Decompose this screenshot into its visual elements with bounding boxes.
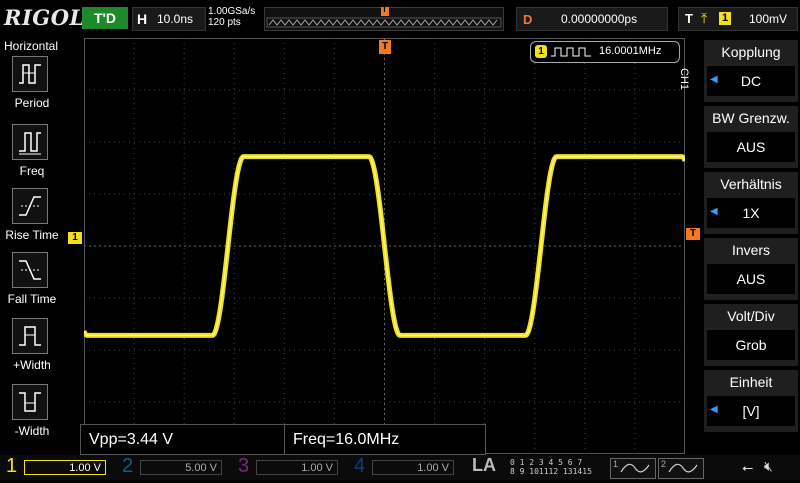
channel-1-status[interactable]: 1 1.00 V — [0, 455, 112, 480]
measure-negative-width-button[interactable]: -Width — [0, 384, 64, 448]
top-status-bar: RIGOL T'D H 10.0ns 1.00GSa/s 120 pts T D… — [0, 0, 800, 36]
volts-per-div-title: Volt/Div — [727, 308, 775, 324]
right-menu-channel-tag: CH1 — [678, 68, 690, 91]
channel-2-scale: 5.00 V — [140, 460, 222, 475]
measure-period-button[interactable]: Period — [0, 56, 64, 120]
unit-menu-item[interactable]: Einheit [V] ◀ — [704, 370, 798, 432]
measure-positive-width-button[interactable]: +Width — [0, 318, 64, 382]
negative-width-icon — [12, 384, 48, 420]
generator-2-number: 2 — [661, 459, 667, 469]
channel-3-scale: 1.00 V — [256, 460, 338, 475]
invert-value: AUS — [707, 264, 795, 294]
measure-fall-time-button[interactable]: Fall Time — [0, 252, 64, 316]
invert-title: Invers — [731, 242, 771, 258]
measure-negative-width-label: -Width — [14, 424, 50, 438]
brand-logo: RIGOL — [4, 5, 85, 30]
digital-bits-low: 0 1 2 3 4 5 6 7 — [510, 458, 583, 467]
channel-status-bar: 1 1.00 V 2 5.00 V 3 1.00 V 4 1.00 V LA 0… — [0, 455, 800, 480]
logic-analyzer-button[interactable]: LA — [472, 455, 496, 476]
measurement-frequency[interactable]: Freq=16.0MHz — [284, 424, 486, 455]
trigger-time-marker[interactable]: T — [379, 40, 391, 54]
rising-edge-icon: ⤒ — [701, 10, 708, 26]
rise-time-icon — [12, 188, 48, 224]
fall-time-icon — [12, 252, 48, 288]
trigger-level-marker[interactable]: T — [686, 228, 700, 240]
ch1-offset-marker[interactable]: 1 — [68, 232, 82, 244]
generator-1-status[interactable]: 1 — [610, 458, 656, 479]
unit-title: Einheit — [729, 374, 773, 390]
measure-period-label: Period — [14, 96, 50, 110]
measure-frequency-button[interactable]: Freq — [0, 124, 64, 188]
measure-positive-width-label: +Width — [13, 358, 51, 372]
bandwidth-limit-title: BW Grenzw. — [712, 110, 790, 126]
measure-rise-time-button[interactable]: Rise Time — [0, 188, 64, 252]
digital-channel-indicator: 0 1 2 3 4 5 6 7 8 9 101112 131415 — [510, 458, 606, 478]
probe-ratio-arrow-icon: ◀ — [710, 206, 718, 217]
generator-2-status[interactable]: 2 — [658, 458, 704, 479]
frequency-measure-icon — [12, 124, 48, 160]
horizontal-delay-box[interactable]: D 0.00000000ps — [516, 7, 668, 31]
channel-3-number: 3 — [238, 455, 250, 477]
delay-label: D — [523, 12, 533, 27]
left-menu-title: Horizontal — [4, 39, 59, 53]
probe-ratio-value: 1X — [707, 198, 795, 228]
waveform-display[interactable] — [84, 38, 685, 454]
volts-per-div-menu-item[interactable]: Volt/Div Grob — [704, 304, 798, 366]
measure-fall-time-label: Fall Time — [7, 292, 57, 306]
usb-icon: ⭠ — [742, 459, 754, 475]
horizontal-measure-menu: Horizontal Period Freq Rise Time Fall Ti… — [0, 36, 64, 454]
trigger-position-letter: T — [382, 5, 387, 14]
channel-2-number: 2 — [122, 455, 134, 477]
acquisition-info: 1.00GSa/s 120 pts — [208, 6, 255, 28]
measurement-vpp[interactable]: Vpp=3.44 V — [80, 424, 286, 455]
probe-ratio-menu-item[interactable]: Verhältnis 1X ◀ — [704, 172, 798, 234]
volts-per-div-value: Grob — [707, 330, 795, 360]
unit-arrow-icon: ◀ — [710, 404, 718, 415]
frequency-counter-value: 16.0001MHz — [599, 45, 662, 57]
speaker-muted-icon[interactable]: 🔇︎ — [764, 458, 773, 475]
channel-4-scale: 1.00 V — [372, 460, 454, 475]
channel-3-status[interactable]: 3 1.00 V — [232, 455, 344, 480]
coupling-value: DC — [707, 66, 795, 96]
trigger-position-marker[interactable]: T — [381, 5, 389, 16]
period-measure-icon — [12, 56, 48, 92]
bandwidth-limit-value: AUS — [707, 132, 795, 162]
measure-rise-time-label: Rise Time — [5, 228, 59, 242]
trigger-label: T — [685, 11, 693, 26]
frequency-counter[interactable]: 1 16.0001MHz — [530, 41, 680, 63]
coupling-title: Kopplung — [721, 44, 781, 60]
channel-2-status[interactable]: 2 5.00 V — [116, 455, 228, 480]
frequency-counter-channel: 1 — [535, 45, 547, 58]
coupling-menu-item[interactable]: Kopplung DC ◀ — [704, 40, 798, 102]
channel-4-status[interactable]: 4 1.00 V — [348, 455, 460, 480]
probe-ratio-title: Verhältnis — [720, 176, 782, 192]
timebase-value: 10.0ns — [157, 12, 194, 26]
square-wave-icon — [551, 47, 591, 57]
sample-rate: 1.00GSa/s — [208, 6, 256, 17]
digital-bits-high: 8 9 101112 131415 — [510, 467, 592, 476]
unit-value: [V] — [707, 396, 795, 426]
channel-1-number: 1 — [6, 455, 18, 477]
positive-width-icon — [12, 318, 48, 354]
timebase-box[interactable]: H 10.0ns — [132, 7, 206, 31]
run-state-badge[interactable]: T'D — [82, 7, 128, 29]
timebase-label: H — [137, 11, 148, 27]
delay-value: 0.00000000ps — [561, 12, 638, 26]
coupling-arrow-icon: ◀ — [710, 74, 718, 85]
trigger-settings-box[interactable]: T ⤒ 1 100mV — [678, 7, 798, 31]
bandwidth-limit-menu-item[interactable]: BW Grenzw. AUS — [704, 106, 798, 168]
generator-1-number: 1 — [613, 459, 619, 469]
channel-4-number: 4 — [354, 455, 366, 477]
trigger-level: 100mV — [749, 12, 788, 26]
memory-points: 120 pts — [208, 17, 241, 28]
invert-menu-item[interactable]: Invers AUS — [704, 238, 798, 300]
trigger-source: 1 — [719, 12, 731, 25]
measure-frequency-label: Freq — [19, 164, 45, 178]
channel-1-scale: 1.00 V — [24, 460, 106, 475]
